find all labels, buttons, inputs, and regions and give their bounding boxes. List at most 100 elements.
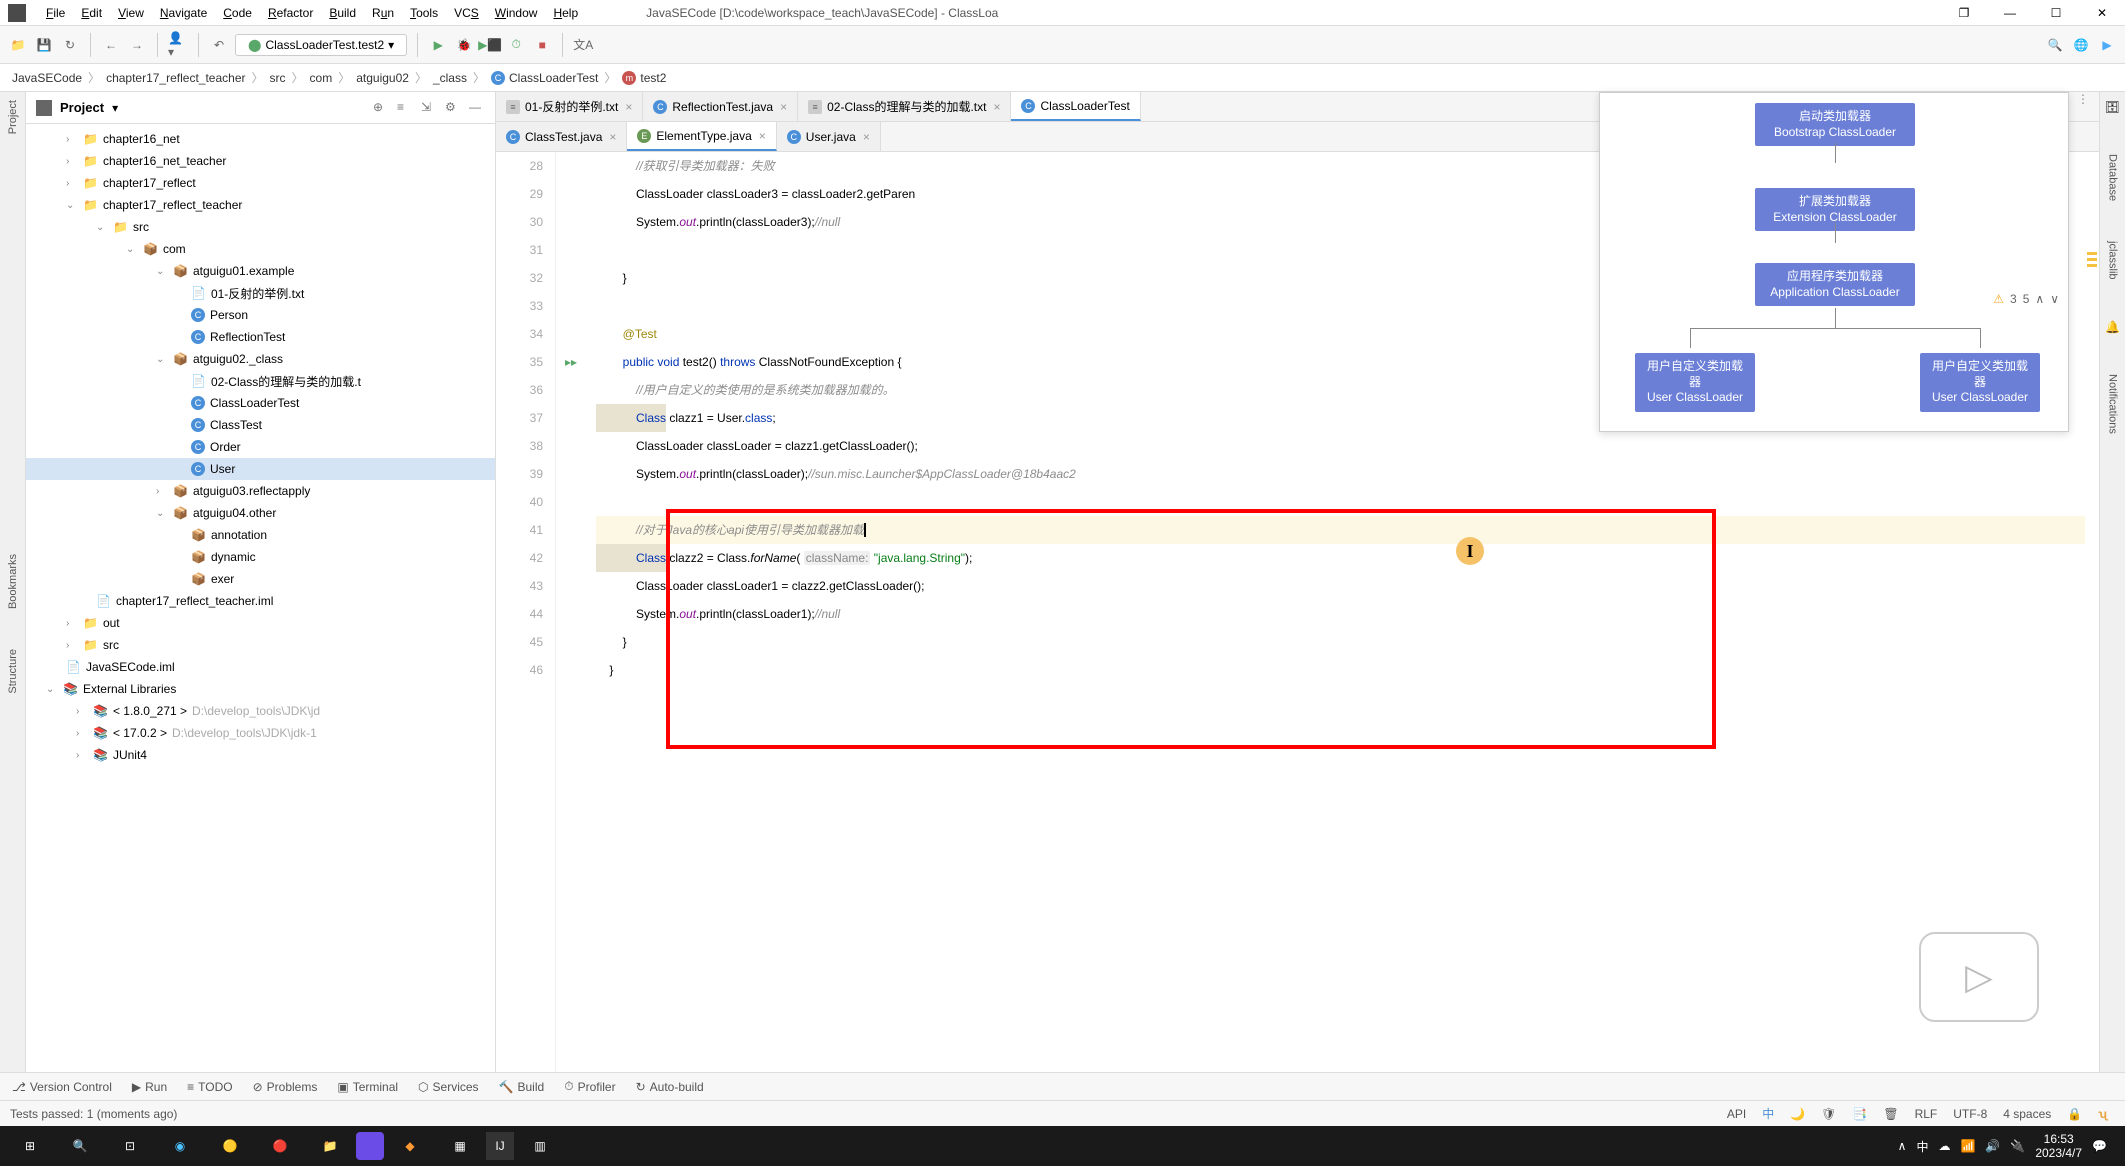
tree-item[interactable]: 📄01-反射的举例.txt — [26, 282, 495, 304]
tray-volume-icon[interactable]: 🔊 — [1985, 1139, 2000, 1153]
tray-ime-icon[interactable]: 中 — [1916, 1138, 1928, 1155]
tree-item[interactable]: ⌄📦atguigu02._class — [26, 348, 495, 370]
indent[interactable]: 4 spaces — [1995, 1107, 2059, 1121]
taskview-icon[interactable]: ⊡ — [106, 1126, 154, 1166]
tool-services[interactable]: ⬡ Services — [418, 1080, 479, 1094]
back-icon[interactable]: ← — [101, 35, 121, 55]
y-icon[interactable]: ʯ — [2090, 1107, 2115, 1121]
close-tab-icon[interactable]: × — [609, 130, 616, 144]
crumb-src[interactable]: src — [270, 71, 286, 85]
run-test-icon[interactable]: ▸▸ — [556, 348, 586, 376]
api-indicator[interactable]: API — [1719, 1107, 1754, 1121]
explorer-icon[interactable]: 📁 — [306, 1126, 354, 1166]
sync-icon[interactable]: ↻ — [60, 35, 80, 55]
rail-structure[interactable]: Structure — [7, 649, 19, 694]
menu-run[interactable]: Run — [364, 6, 402, 20]
video-overlay[interactable]: ▷ — [1919, 932, 2039, 1022]
tree-item[interactable]: ⌄📁src — [26, 216, 495, 238]
menu-edit[interactable]: Edit — [73, 6, 110, 20]
save-icon[interactable]: 💾 — [34, 35, 54, 55]
search-taskbar-icon[interactable]: 🔍 — [56, 1126, 104, 1166]
rail-notifications[interactable]: Notifications — [2107, 374, 2119, 434]
tool-run[interactable]: ▶ Run — [132, 1080, 167, 1094]
undo-icon[interactable]: ↶ — [209, 35, 229, 55]
edge-icon[interactable]: ◉ — [156, 1126, 204, 1166]
tree-item[interactable]: ⌄📦atguigu01.example — [26, 260, 495, 282]
tray-power-icon[interactable]: 🔌 — [2010, 1139, 2025, 1153]
line-separator[interactable]: RLF — [1907, 1107, 1946, 1121]
menu-code[interactable]: Code — [215, 6, 260, 20]
tree-item[interactable]: CClassTest — [26, 414, 495, 436]
tray-date[interactable]: 2023/4/7 — [2035, 1146, 2082, 1160]
app-icon[interactable]: ▦ — [436, 1126, 484, 1166]
expand-icon[interactable]: ⇲ — [421, 100, 437, 116]
rail-jclasslib[interactable]: jclasslib — [2107, 241, 2119, 280]
tool-build[interactable]: 🔨 Build — [499, 1080, 545, 1094]
app-icon[interactable]: ▥ — [516, 1126, 564, 1166]
crumb-class[interactable]: ClassLoaderTest — [509, 71, 598, 85]
tray-expand-icon[interactable]: ∧ — [1898, 1139, 1907, 1153]
minimize-icon[interactable]: — — [1987, 0, 2033, 26]
run-icon[interactable]: ▶ — [428, 35, 448, 55]
next-highlight-icon[interactable]: ∨ — [2050, 292, 2059, 306]
translate-icon[interactable]: 文A — [573, 35, 593, 55]
tree-item[interactable]: ›📁chapter16_net — [26, 128, 495, 150]
globe-icon[interactable]: 🌐 — [2071, 35, 2091, 55]
trash-icon[interactable]: 🗑 — [1875, 1107, 1906, 1121]
tree-item[interactable]: ›📦atguigu03.reflectapply — [26, 480, 495, 502]
tree-item[interactable]: 📦dynamic — [26, 546, 495, 568]
close-tab-icon[interactable]: × — [993, 100, 1000, 114]
tool-problems[interactable]: ⊘ Problems — [253, 1080, 318, 1094]
close-tab-icon[interactable]: × — [780, 100, 787, 114]
tool-autobuild[interactable]: ↻ Auto-build — [636, 1080, 704, 1094]
crumb-com[interactable]: com — [310, 71, 333, 85]
tree-item[interactable]: ⌄📚External Libraries — [26, 678, 495, 700]
tree-item[interactable]: ›📁src — [26, 634, 495, 656]
tree-item[interactable]: CClassLoaderTest — [26, 392, 495, 414]
menu-refactor[interactable]: Refactor — [260, 6, 321, 20]
tree-item[interactable]: ›📁chapter16_net_teacher — [26, 150, 495, 172]
menu-navigate[interactable]: Navigate — [152, 6, 215, 20]
classloader-diagram-popup[interactable]: 启动类加载器Bootstrap ClassLoader 扩展类加载器Extens… — [1599, 92, 2069, 432]
editor-tab-active[interactable]: EElementType.java× — [627, 122, 776, 151]
crumb-project[interactable]: JavaSECode — [12, 71, 82, 85]
tree-item[interactable]: ⌄📦atguigu04.other — [26, 502, 495, 524]
tree-item-selected[interactable]: CUser — [26, 458, 495, 480]
tree-item[interactable]: 📦exer — [26, 568, 495, 590]
tree-item[interactable]: CReflectionTest — [26, 326, 495, 348]
menu-help[interactable]: Help — [545, 6, 586, 20]
crumb-method[interactable]: test2 — [640, 71, 666, 85]
stop-icon[interactable]: ■ — [532, 35, 552, 55]
tree-item[interactable]: 📦annotation — [26, 524, 495, 546]
notifications-icon[interactable]: 🔔 — [2105, 320, 2120, 334]
forward-icon[interactable]: → — [127, 35, 147, 55]
tree-item[interactable]: 📄02-Class的理解与类的加载.t — [26, 370, 495, 392]
tree-item[interactable]: ›📁chapter17_reflect — [26, 172, 495, 194]
rail-bookmarks[interactable]: Bookmarks — [7, 554, 19, 609]
menu-file[interactable]: File — [38, 6, 73, 20]
menu-vcs[interactable]: VCS — [446, 6, 487, 20]
user-icon[interactable]: 👤▾ — [168, 35, 188, 55]
restore-icon[interactable]: ❐ — [1941, 0, 1987, 26]
chrome-icon[interactable]: 🟡 — [206, 1126, 254, 1166]
tree-item[interactable]: ›📚< 1.8.0_271 > D:\develop_tools\JDK\jd — [26, 700, 495, 722]
lock-icon[interactable]: 🔒 — [2059, 1107, 2090, 1121]
target-icon[interactable]: ⊕ — [373, 100, 389, 116]
app-icon[interactable]: ◆ — [386, 1126, 434, 1166]
play-icon[interactable]: ▶ — [2097, 35, 2117, 55]
tree-item[interactable]: COrder — [26, 436, 495, 458]
debug-icon[interactable]: 🐞 — [454, 35, 474, 55]
hide-icon[interactable]: — — [469, 100, 485, 116]
inspection-widget[interactable]: ⚠3 5 ∧ ∨ — [1993, 292, 2059, 306]
menu-tools[interactable]: Tools — [402, 6, 446, 20]
error-stripe[interactable] — [2085, 152, 2099, 1072]
shield-icon[interactable]: 🛡 — [1813, 1107, 1844, 1121]
editor-tab[interactable]: ≡01-反射的举例.txt× — [496, 92, 643, 121]
editor-tab-active[interactable]: CClassLoaderTest — [1011, 92, 1140, 121]
tree-item[interactable]: ⌄📁chapter17_reflect_teacher — [26, 194, 495, 216]
prev-highlight-icon[interactable]: ∧ — [2035, 292, 2044, 306]
tray-cloud-icon[interactable]: ☁ — [1938, 1139, 1950, 1153]
tool-todo[interactable]: ≡ TODO — [187, 1080, 232, 1094]
intellij-icon[interactable]: IJ — [486, 1132, 514, 1160]
profile-icon[interactable]: ⏱ — [506, 35, 526, 55]
